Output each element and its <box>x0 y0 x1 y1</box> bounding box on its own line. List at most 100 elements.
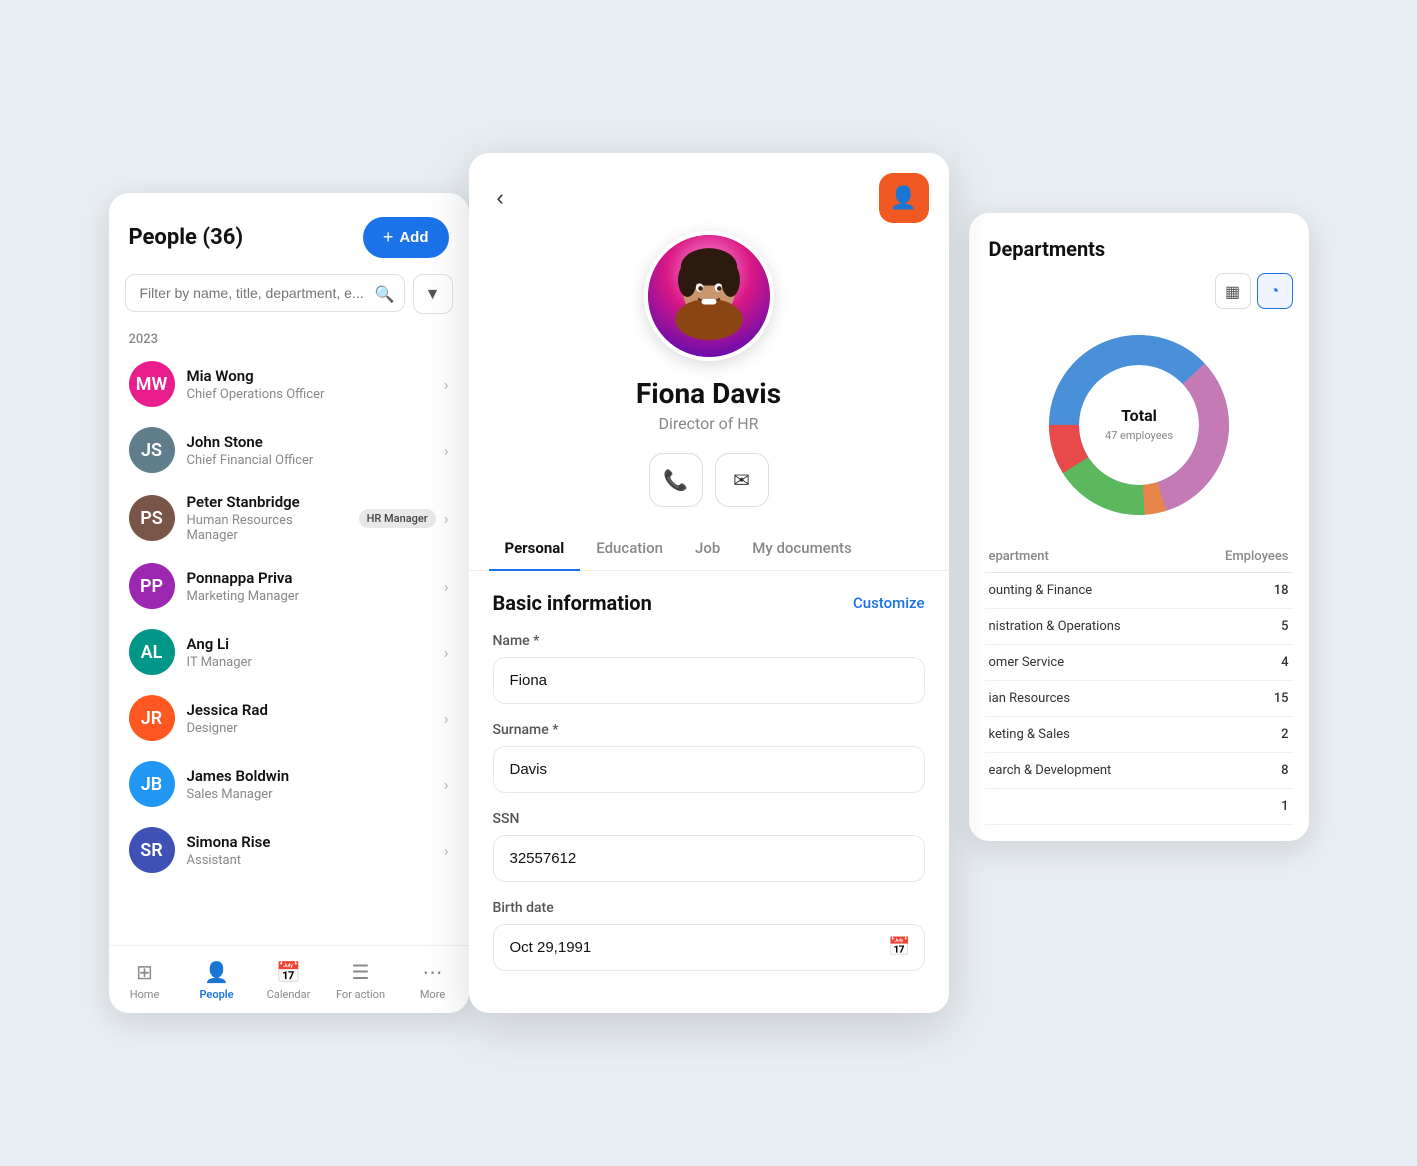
filter-button[interactable]: ▼ <box>413 274 453 314</box>
table-row: ounting & Finance 18 <box>985 573 1293 609</box>
avatar: JB <box>129 761 175 807</box>
date-input[interactable] <box>493 924 925 971</box>
profile-avatar-wrap <box>469 231 949 361</box>
person-info: John Stone Chief Financial Officer <box>187 433 432 468</box>
chevron-right-icon: › <box>444 375 449 394</box>
person-info: Ang Li IT Manager <box>187 635 432 670</box>
person-title: IT Manager <box>187 655 432 670</box>
nav-item-people[interactable]: 👤 People <box>181 956 253 1005</box>
nav-label: Calendar <box>267 988 311 1001</box>
dept-table: epartment Employees ounting & Finance 18… <box>969 541 1309 825</box>
person-title: Designer <box>187 721 432 736</box>
person-name: Ponnappa Priva <box>187 569 432 587</box>
person-title: Chief Financial Officer <box>187 453 432 468</box>
person-name: Mia Wong <box>187 367 432 385</box>
avatar: SR <box>129 827 175 873</box>
dept-col-employees: Employees <box>1225 549 1288 564</box>
dept-title: Departments <box>989 237 1289 261</box>
list-item[interactable]: JR Jessica Rad Designer › <box>117 685 461 751</box>
chevron-right-icon: › <box>444 841 449 860</box>
nav-item-for-action[interactable]: ☰ For action <box>325 956 397 1005</box>
dept-row-count: 1 <box>1281 799 1288 814</box>
bottom-nav: ⊞ Home 👤 People 📅 Calendar ☰ For action … <box>109 945 469 1013</box>
list-item[interactable]: JB James Boldwin Sales Manager › <box>117 751 461 817</box>
customize-link[interactable]: Customize <box>853 594 925 612</box>
person-name: Peter Stanbridge <box>187 493 347 511</box>
people-header: People (36) + Add <box>109 193 469 274</box>
list-item[interactable]: PS Peter Stanbridge Human Resources Mana… <box>117 483 461 553</box>
person-row-right: › <box>444 841 449 860</box>
profile-tabs: PersonalEducationJobMy documents <box>469 527 949 571</box>
pie-chart-button[interactable]: ◔ <box>1257 273 1293 309</box>
person-title: Human Resources Manager <box>187 513 347 543</box>
person-title: Assistant <box>187 853 432 868</box>
nav-item-calendar[interactable]: 📅 Calendar <box>253 956 325 1005</box>
svg-text:47 employees: 47 employees <box>1104 429 1172 442</box>
field-group: Name * <box>493 633 925 704</box>
tab-job[interactable]: Job <box>679 527 736 571</box>
chevron-right-icon: › <box>444 577 449 596</box>
field-label: Surname * <box>493 722 925 738</box>
text-input[interactable] <box>493 657 925 704</box>
list-item[interactable]: JS John Stone Chief Financial Officer › <box>117 417 461 483</box>
list-item[interactable]: AL Ang Li IT Manager › <box>117 619 461 685</box>
dept-row-name: nistration & Operations <box>989 619 1121 634</box>
person-name: Ang Li <box>187 635 432 653</box>
nav-icon: 📅 <box>276 960 301 984</box>
section-header: Basic information Customize <box>493 591 925 615</box>
year-label: 2023 <box>109 326 469 351</box>
filter-icon: ▼ <box>425 284 441 304</box>
person-info: Peter Stanbridge Human Resources Manager <box>187 493 347 543</box>
tab-my-documents[interactable]: My documents <box>736 527 868 571</box>
dept-row-count: 2 <box>1281 727 1288 742</box>
list-item[interactable]: SR Simona Rise Assistant › <box>117 817 461 883</box>
profile-topbar: ‹ 👤 <box>469 153 949 231</box>
search-row: 🔍 ▼ <box>109 274 469 326</box>
person-row-right: › <box>444 775 449 794</box>
add-button[interactable]: + Add <box>363 217 449 258</box>
nav-item-home[interactable]: ⊞ Home <box>109 956 181 1005</box>
list-item[interactable]: PP Ponnappa Priva Marketing Manager › <box>117 553 461 619</box>
person-info: James Boldwin Sales Manager <box>187 767 432 802</box>
search-input-wrap: 🔍 <box>125 274 405 314</box>
profile-content: Basic information Customize Name * Surna… <box>469 571 949 971</box>
chevron-right-icon: › <box>444 643 449 662</box>
table-row: earch & Development 8 <box>985 753 1293 789</box>
nav-item-more[interactable]: ⋯ More <box>397 956 469 1005</box>
pie-chart-icon: ◔ <box>1270 281 1280 301</box>
person-name: John Stone <box>187 433 432 451</box>
dept-row-name: earch & Development <box>989 763 1112 778</box>
field-label: SSN <box>493 811 925 827</box>
field-label: Birth date <box>493 900 925 916</box>
person-title: Chief Operations Officer <box>187 387 432 402</box>
chart-toggle: ▦ ◔ <box>969 273 1309 317</box>
person-name: Jessica Rad <box>187 701 432 719</box>
email-button[interactable]: ✉ <box>715 453 769 507</box>
field-group: Surname * <box>493 722 925 793</box>
phone-button[interactable]: 📞 <box>649 453 703 507</box>
text-input[interactable] <box>493 835 925 882</box>
table-row: keting & Sales 2 <box>985 717 1293 753</box>
nav-icon: 👤 <box>204 960 229 984</box>
people-list: MW Mia Wong Chief Operations Officer › J… <box>109 351 469 945</box>
avatar: JS <box>129 427 175 473</box>
bar-chart-button[interactable]: ▦ <box>1215 273 1251 309</box>
person-row-right: › <box>444 709 449 728</box>
search-input[interactable] <box>125 274 405 312</box>
profile-action-button[interactable]: 👤 <box>879 173 929 223</box>
text-input[interactable] <box>493 746 925 793</box>
nav-icon: ⊞ <box>136 960 153 984</box>
avatar: PP <box>129 563 175 609</box>
tab-personal[interactable]: Personal <box>489 527 581 571</box>
back-button[interactable]: ‹ <box>489 181 512 215</box>
avatar: AL <box>129 629 175 675</box>
tab-education[interactable]: Education <box>580 527 679 571</box>
list-item[interactable]: MW Mia Wong Chief Operations Officer › <box>117 351 461 417</box>
dept-row-name: ounting & Finance <box>989 583 1093 598</box>
svg-text:Total: Total <box>1121 406 1157 425</box>
profile-actions: 📞 ✉ <box>469 453 949 507</box>
avatar: PS <box>129 495 175 541</box>
table-row: nistration & Operations 5 <box>985 609 1293 645</box>
field-group: SSN <box>493 811 925 882</box>
person-row-right: › <box>444 375 449 394</box>
